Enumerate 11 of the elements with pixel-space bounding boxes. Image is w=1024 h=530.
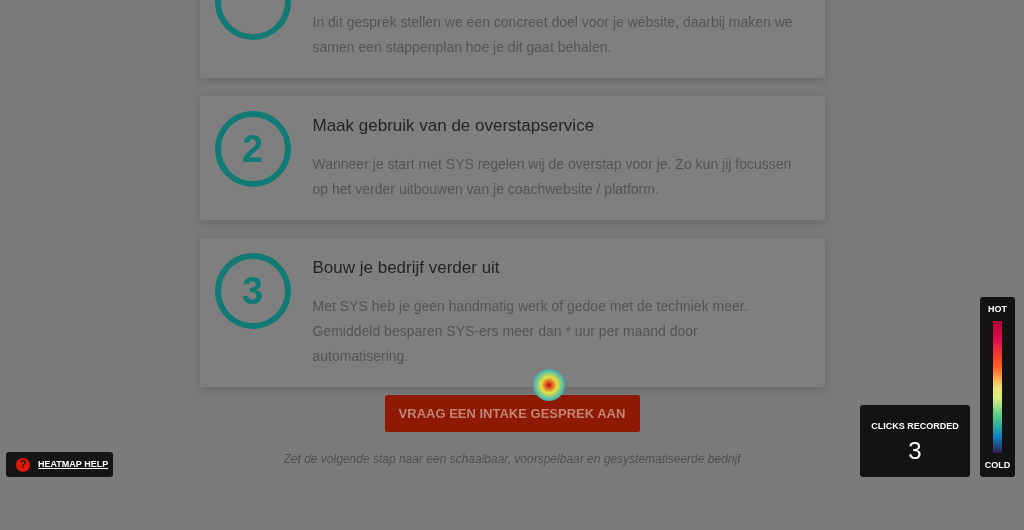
step-number: 2 [214,111,291,187]
heatmap-help-button[interactable]: ? HEATMAP HELP [6,452,113,477]
step-number: 3 [214,253,291,329]
step-title: Bouw je bedrijf verder uit [312,257,501,279]
cold-label: COLD [984,458,1011,472]
hot-label: HOT [988,303,1007,316]
step-title: Maak gebruik van de overstapservice [312,115,596,137]
help-label: HEATMAP HELP [38,457,109,471]
help-icon: ? [16,457,30,472]
clicks-label: CLICKS RECORDED [871,420,959,433]
clicks-count: 3 [908,435,922,466]
